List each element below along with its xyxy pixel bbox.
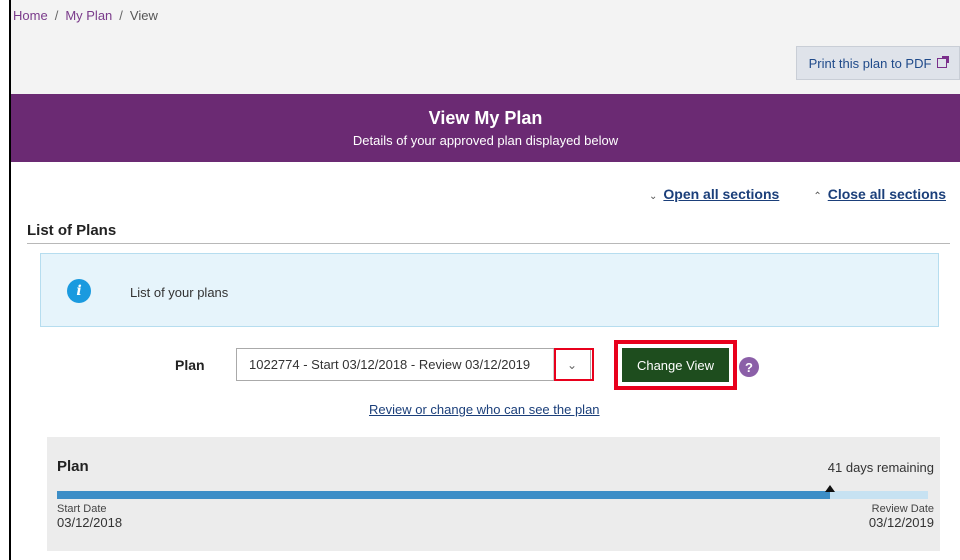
plan-card: Plan 41 days remaining Start Date 03/12/… (47, 437, 940, 551)
chevron-down-icon: ⌄ (649, 191, 658, 202)
change-view-button[interactable]: Change View (622, 348, 729, 382)
external-link-icon (937, 56, 950, 68)
page-title: View My Plan (428, 108, 543, 128)
progress-marker-icon (825, 485, 836, 492)
plan-select-value: 1022774 - Start 03/12/2018 - Review 03/1… (249, 357, 531, 372)
start-date-block: Start Date 03/12/2018 (57, 503, 122, 530)
divider (27, 243, 950, 244)
review-date-block: Review Date 03/12/2019 (869, 503, 934, 530)
review-date-label: Review Date (871, 503, 934, 515)
review-visibility-link[interactable]: Review or change who can see the plan (369, 402, 600, 417)
breadcrumb-separator: / (54, 8, 59, 23)
plan-progress-fill (57, 491, 831, 499)
print-pdf-label: Print this plan to PDF (808, 55, 932, 71)
close-all-link[interactable]: Close all sections (828, 186, 946, 202)
breadcrumb-my-plan[interactable]: My Plan (65, 8, 112, 23)
breadcrumb-home[interactable]: Home (13, 8, 48, 23)
plan-select-label: Plan (175, 357, 205, 373)
help-icon[interactable]: ? (739, 357, 759, 377)
breadcrumb-separator: / (119, 8, 123, 23)
breadcrumb: Home / My Plan / View (13, 8, 158, 23)
breadcrumb-current: View (129, 8, 158, 23)
open-all-toggle[interactable]: ⌄ Open all sections (649, 186, 779, 202)
page-banner: View My Plan Details of your approved pl… (11, 94, 960, 162)
open-all-link[interactable]: Open all sections (663, 186, 779, 202)
page-frame: Home / My Plan / View Print this plan to PDF… (9, 0, 960, 560)
plan-select[interactable]: 1022774 - Start 03/12/2018 - Review 03/1… (236, 348, 591, 381)
chevron-up-icon: ⌃ (813, 191, 822, 202)
plan-progress-bar (57, 485, 928, 499)
info-text: List of your plans (130, 285, 229, 300)
page-subtitle: Details of your approved plan displayed … (352, 133, 619, 148)
start-date-value: 03/12/2018 (57, 515, 123, 530)
review-date-value: 03/12/2019 (868, 515, 934, 530)
info-box: i List of your plans (40, 253, 939, 327)
plan-card-title: Plan (57, 458, 89, 475)
section-title-list-of-plans: List of Plans (27, 222, 117, 239)
header-area: Home / My Plan / View Print this plan to PDF (11, 0, 960, 94)
start-date-label: Start Date (57, 503, 107, 515)
info-icon: i (67, 279, 91, 303)
print-pdf-button[interactable]: Print this plan to PDF (796, 46, 960, 80)
close-all-toggle[interactable]: ⌃ Close all sections (813, 186, 946, 202)
section-toggles: ⌄ Open all sections ⌃ Close all sections (649, 186, 946, 202)
days-remaining: 41 days remaining (827, 460, 934, 475)
chevron-down-icon[interactable]: ⌄ (553, 349, 590, 380)
